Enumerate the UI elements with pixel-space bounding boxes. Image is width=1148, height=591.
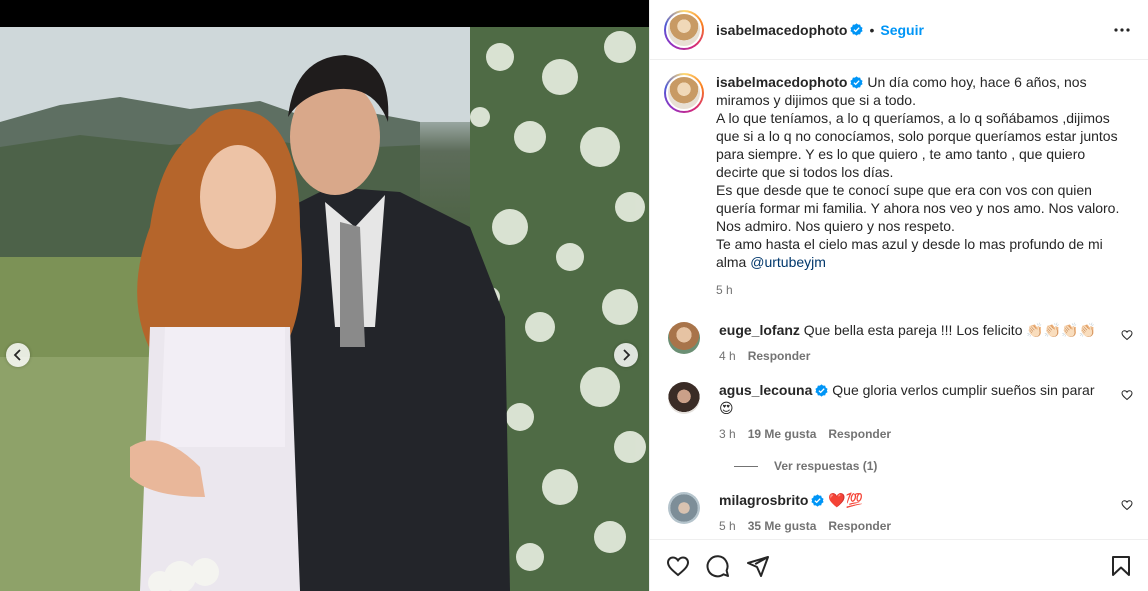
- verified-badge-icon: [850, 76, 864, 89]
- author-avatar[interactable]: [664, 9, 704, 50]
- reply-button[interactable]: Responder: [828, 425, 891, 443]
- caption-text-line-1: miramos y dijimos que si a todo.: [716, 92, 916, 108]
- caption-text-line-8: Nos admiro. Nos quiero y nos respeto.: [716, 218, 955, 234]
- author-username[interactable]: isabelmacedophoto: [716, 22, 847, 38]
- comment-time[interactable]: 4 h: [719, 347, 736, 365]
- comment-body: agus_lecouna Que gloria verlos cumplir s…: [719, 381, 1109, 443]
- post-actions-bar: [650, 539, 1148, 591]
- comment-item: agus_lecouna Que gloria verlos cumplir s…: [664, 381, 1133, 443]
- caption-text-line-10: alma @urtubeyjm: [716, 253, 1128, 271]
- comment-time[interactable]: 3 h: [719, 425, 736, 443]
- commenter-username[interactable]: milagrosbrito: [719, 492, 808, 508]
- like-comment-heart-icon[interactable]: [1121, 329, 1133, 341]
- caption-text-line-6: Es que desde que te conocí supe que era …: [716, 182, 1092, 198]
- like-comment-heart-icon[interactable]: [1121, 499, 1133, 511]
- caption-text-line-7: quería formar mi familia. Y ahora nos ve…: [716, 200, 1120, 216]
- comment-text: ❤️💯: [828, 492, 864, 508]
- post-media: [0, 0, 649, 591]
- comments-list[interactable]: isabelmacedophoto Un día como hoy, hace …: [650, 61, 1148, 539]
- caption-text-line-10-text: alma: [716, 254, 751, 270]
- comment-body: milagrosbrito ❤️💯 5 h 35 Me gusta Respon…: [719, 491, 1109, 535]
- caption-text-line-0: Un día como hoy, hace 6 años, nos: [867, 74, 1087, 90]
- reply-button[interactable]: Responder: [828, 517, 891, 535]
- more-horizontal-icon: [1114, 27, 1130, 32]
- caption-mention-link[interactable]: @urtubeyjm: [750, 254, 826, 270]
- comment-item: euge_lofanz Que bella esta pareja !!! Lo…: [664, 321, 1133, 365]
- caption-text-line-3: que si a lo q no conocíamos, solo porque…: [716, 128, 1118, 144]
- header-separator: •: [869, 21, 875, 38]
- comment-body: euge_lofanz Que bella esta pareja !!! Lo…: [719, 321, 1109, 365]
- post-caption: isabelmacedophoto Un día como hoy, hace …: [664, 73, 1133, 299]
- save-bookmark-icon[interactable]: [1109, 554, 1133, 578]
- verified-badge-icon: [850, 23, 864, 36]
- commenter-avatar[interactable]: [668, 322, 700, 354]
- caption-text-line-5: decirte que si todos los días.: [716, 164, 894, 180]
- comment-time[interactable]: 5 h: [719, 517, 736, 535]
- caption-text-line-9: Te amo hasta el cielo mas azul y desde l…: [716, 236, 1103, 252]
- share-send-icon[interactable]: [746, 554, 770, 578]
- caption-line: isabelmacedophoto Un día como hoy, hace …: [716, 73, 1128, 91]
- caption-author-avatar[interactable]: [664, 73, 704, 113]
- like-heart-icon[interactable]: [666, 554, 690, 578]
- caption-body: isabelmacedophoto Un día como hoy, hace …: [716, 73, 1128, 299]
- commenter-avatar[interactable]: [668, 492, 700, 524]
- caption-username[interactable]: isabelmacedophoto: [716, 74, 847, 90]
- follow-button[interactable]: Seguir: [880, 22, 924, 38]
- previous-image-button[interactable]: [6, 343, 30, 367]
- caption-timestamp[interactable]: 5 h: [716, 281, 1128, 299]
- like-comment-heart-icon[interactable]: [1121, 389, 1133, 401]
- commenter-username[interactable]: euge_lofanz: [719, 322, 800, 338]
- more-options-button[interactable]: [1110, 18, 1134, 42]
- commenter-avatar[interactable]: [668, 382, 700, 414]
- comment-meta: 4 h Responder: [719, 347, 1109, 365]
- comment-likes-count[interactable]: 19 Me gusta: [748, 425, 817, 443]
- caption-text-line-4: para siempre. Y es lo que quiero , te am…: [716, 146, 1086, 162]
- post-side-panel: isabelmacedophoto • Seguir isabelmacedop…: [649, 0, 1148, 591]
- wedding-photo: [0, 27, 649, 591]
- chevron-left-icon: [13, 349, 21, 361]
- verified-badge-icon: [815, 384, 828, 397]
- photo-illustration: [0, 27, 649, 591]
- comment-bubble-icon[interactable]: [706, 554, 730, 578]
- commenter-username[interactable]: agus_lecouna: [719, 382, 812, 398]
- next-image-button[interactable]: [614, 343, 638, 367]
- verified-badge-icon: [811, 494, 825, 507]
- replies-divider-line: [734, 465, 758, 467]
- view-replies-button[interactable]: Ver respuestas (1): [734, 459, 1133, 473]
- comment-meta: 5 h 35 Me gusta Responder: [719, 517, 1109, 535]
- comment-likes-count[interactable]: 35 Me gusta: [748, 517, 817, 535]
- comment-text: Que bella esta pareja !!! Los felicito 👏…: [803, 322, 1097, 338]
- reply-button[interactable]: Responder: [748, 347, 811, 365]
- post-header: isabelmacedophoto • Seguir: [650, 0, 1148, 60]
- comment-meta: 3 h 19 Me gusta Responder: [719, 425, 1109, 443]
- caption-text-line-2: A lo que teníamos, a lo q queríamos, a l…: [716, 110, 1110, 126]
- comment-item: milagrosbrito ❤️💯 5 h 35 Me gusta Respon…: [664, 491, 1133, 535]
- chevron-right-icon: [623, 349, 631, 361]
- view-replies-label: Ver respuestas (1): [774, 459, 878, 473]
